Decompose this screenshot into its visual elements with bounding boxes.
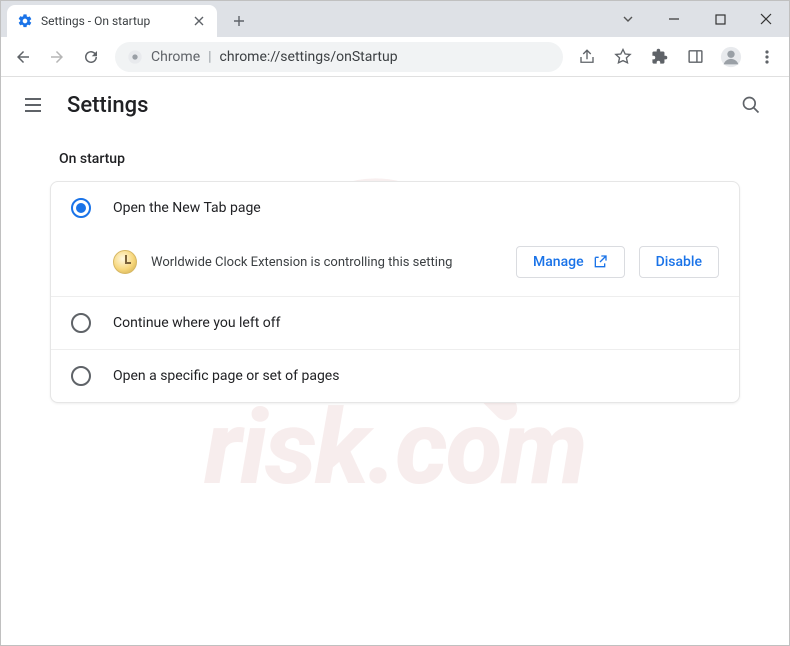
omnibox-url: chrome://settings/onStartup [220,49,398,65]
omnibox-origin: Chrome [151,49,200,65]
share-icon[interactable] [571,41,603,73]
manage-button-label: Manage [533,254,584,270]
page-title: Settings [67,93,148,118]
disable-button[interactable]: Disable [639,246,719,278]
minimize-button[interactable] [651,1,697,37]
chevron-down-icon[interactable] [605,13,651,25]
radio-label: Open a specific page or set of pages [113,368,339,384]
extension-notice-text: Worldwide Clock Extension is controlling… [151,255,502,270]
disable-button-label: Disable [656,254,702,270]
search-button[interactable] [733,87,769,123]
close-window-button[interactable] [743,1,789,37]
settings-content: On startup Open the New Tab page Worldwi… [1,133,789,415]
radio-specific-pages[interactable]: Open a specific page or set of pages [51,349,739,402]
open-external-icon [592,254,608,270]
clock-extension-icon [113,250,137,274]
forward-button[interactable] [41,41,73,73]
radio-label: Continue where you left off [113,315,281,331]
back-button[interactable] [7,41,39,73]
sidepanel-icon[interactable] [679,41,711,73]
browser-toolbar: Chrome | chrome://settings/onStartup [1,37,789,77]
extensions-icon[interactable] [643,41,675,73]
startup-card: Open the New Tab page Worldwide Clock Ex… [50,181,740,403]
radio-continue[interactable]: Continue where you left off [51,296,739,349]
browser-tab-active[interactable]: Settings - On startup [7,5,217,37]
reload-button[interactable] [75,41,107,73]
maximize-button[interactable] [697,1,743,37]
window-controls [605,1,789,37]
section-title: On startup [59,151,753,167]
window-titlebar: Settings - On startup [1,1,789,37]
close-tab-icon[interactable] [191,13,207,29]
settings-header: Settings [1,77,789,133]
tab-title: Settings - On startup [41,14,191,28]
bookmark-icon[interactable] [607,41,639,73]
address-bar[interactable]: Chrome | chrome://settings/onStartup [115,42,563,72]
new-tab-button[interactable] [225,7,253,35]
radio-label: Open the New Tab page [113,200,261,216]
radio-open-new-tab[interactable]: Open the New Tab page [51,182,739,234]
chrome-icon [127,49,143,65]
extension-notice: Worldwide Clock Extension is controlling… [51,234,739,296]
radio-icon [71,366,91,386]
radio-icon [71,313,91,333]
menu-icon[interactable] [751,41,783,73]
profile-avatar[interactable] [715,41,747,73]
gear-icon [17,13,33,29]
hamburger-icon[interactable] [21,93,45,117]
radio-icon-selected [71,198,91,218]
manage-button[interactable]: Manage [516,246,625,278]
